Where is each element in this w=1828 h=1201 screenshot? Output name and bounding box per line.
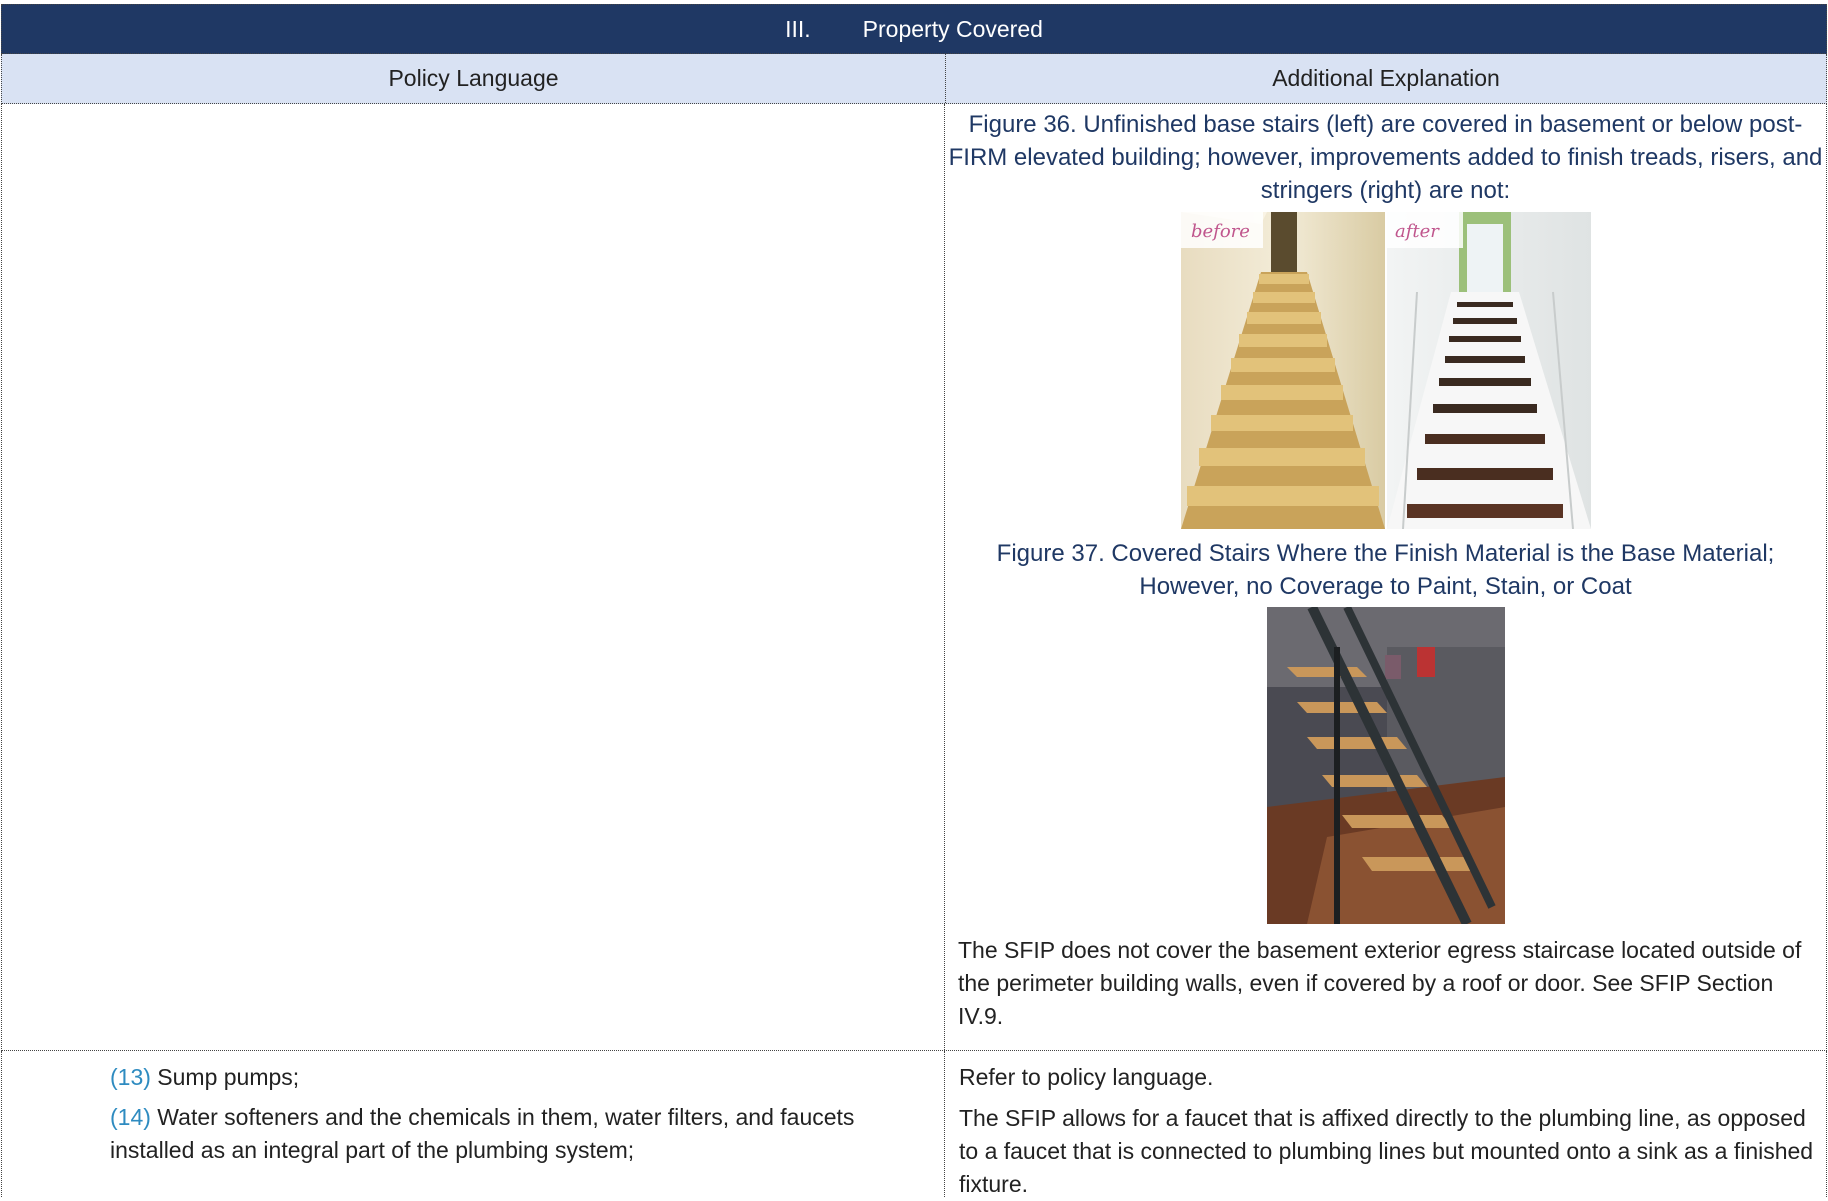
policy-cell: (13) Sump pumps; (14) Water softeners an… bbox=[2, 1051, 945, 1197]
item-text: Sump pumps; bbox=[150, 1064, 300, 1090]
table-row: (13) Sump pumps; (14) Water softeners an… bbox=[1, 1051, 1827, 1197]
document-table: III. Property Covered Policy Language Ad… bbox=[1, 4, 1827, 1197]
figure-37-caption: Figure 37. Covered Stairs Where the Fini… bbox=[996, 540, 1775, 600]
after-label: after bbox=[1395, 221, 1440, 242]
figure-37-open-stairs-photo bbox=[1266, 607, 1505, 924]
policy-item-13: (13) Sump pumps; bbox=[110, 1061, 924, 1094]
column-header-policy: Policy Language bbox=[2, 54, 946, 103]
section-title: Property Covered bbox=[862, 15, 1043, 42]
section-number: III. bbox=[785, 15, 811, 42]
item-text: Water softeners and the chemicals in the… bbox=[110, 1104, 855, 1163]
egress-staircase-note: The SFIP does not cover the basement ext… bbox=[958, 937, 1802, 1029]
explanation-cell: Figure 36. Unfinished base stairs (left)… bbox=[945, 104, 1826, 1050]
column-header-explanation: Additional Explanation bbox=[1272, 65, 1500, 91]
figure-36-caption: Figure 36. Unfinished base stairs (left)… bbox=[948, 111, 1823, 204]
item-number: (13) bbox=[110, 1064, 151, 1090]
policy-item-14: (14) Water softeners and the chemicals i… bbox=[110, 1101, 924, 1167]
explanation-cell: Refer to policy language. The SFIP allow… bbox=[945, 1051, 1826, 1197]
table-row: Figure 36. Unfinished base stairs (left)… bbox=[1, 104, 1827, 1051]
item-number: (14) bbox=[110, 1104, 151, 1130]
faucet-note: The SFIP allows for a faucet that is aff… bbox=[959, 1105, 1814, 1197]
column-headers: Policy Language Additional Explanation bbox=[1, 54, 1827, 104]
before-label: before bbox=[1191, 221, 1250, 242]
refer-note: Refer to policy language. bbox=[959, 1064, 1214, 1090]
figure-36-stairs-before-after-photo: before after bbox=[1180, 212, 1591, 529]
policy-cell-empty bbox=[2, 104, 945, 1050]
section-banner: III. Property Covered bbox=[1, 4, 1827, 54]
